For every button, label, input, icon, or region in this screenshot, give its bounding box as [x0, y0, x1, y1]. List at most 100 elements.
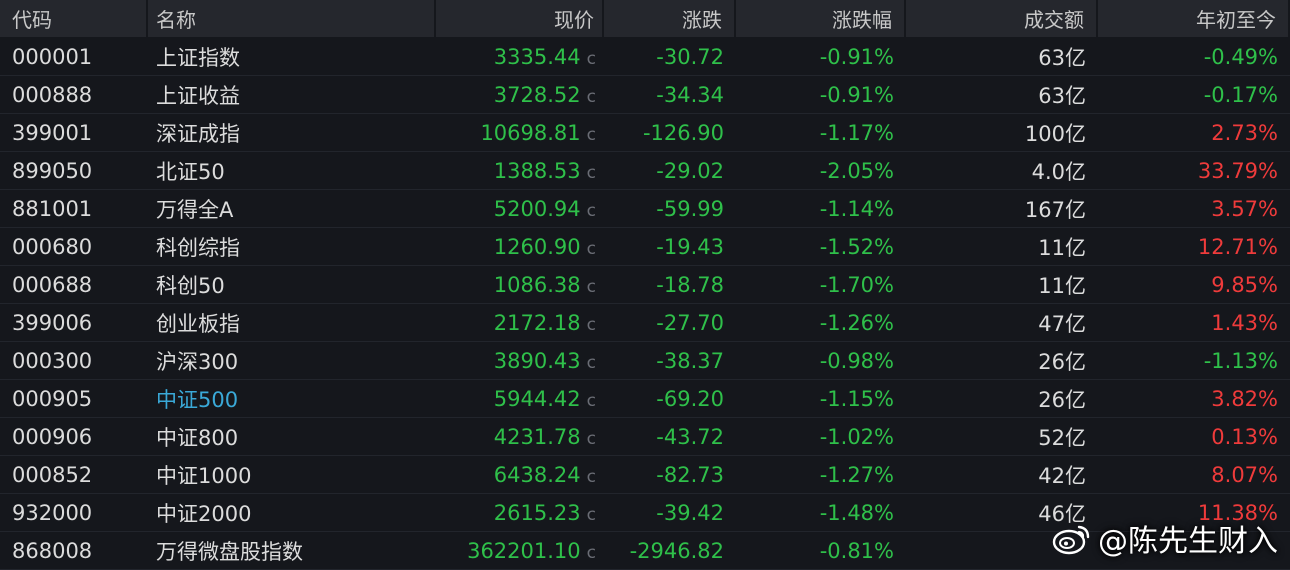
cell-change: -18.78: [656, 272, 724, 297]
price-mark: c: [586, 86, 596, 107]
cell-ytd: -1.13%: [1203, 348, 1278, 373]
table-row[interactable]: 000001 上证指数 3335.44 c -30.72 -0.91% 63亿 -0.49%: [0, 38, 1290, 76]
cell-change: -59.99: [656, 196, 724, 221]
price-mark: c: [586, 162, 596, 183]
cell-change: -2946.82: [629, 538, 724, 563]
price-mark: c: [586, 466, 596, 487]
cell-change-pct: -0.98%: [819, 348, 894, 373]
cell-ytd: 0.13%: [1211, 424, 1278, 449]
cell-change-pct: -0.81%: [819, 538, 894, 563]
cell-ytd: -0.17%: [1203, 82, 1278, 107]
cell-volume: 4.0亿: [1031, 159, 1086, 184]
cell-change-pct: -1.17%: [819, 120, 894, 145]
price-value: 5944.42: [493, 386, 581, 411]
price-mark: c: [586, 200, 596, 221]
price-mark: c: [586, 390, 596, 411]
column-header-price[interactable]: 现价: [436, 0, 604, 37]
column-header-ytd[interactable]: 年初至今: [1098, 0, 1290, 37]
cell-code: 899050: [12, 158, 93, 183]
cell-change: -69.20: [656, 386, 724, 411]
cell-change: -27.70: [656, 310, 724, 335]
table-row[interactable]: 000300 沪深300 3890.43 c -38.37 -0.98% 26亿 -1.13%: [0, 342, 1290, 380]
cell-volume: 26亿: [1038, 387, 1086, 412]
table-row[interactable]: 881001 万得全A 5200.94 c -59.99 -1.14% 167亿 3.57%: [0, 190, 1290, 228]
cell-code: 000852: [12, 462, 93, 487]
cell-code: 881001: [12, 196, 93, 221]
cell-name: 沪深300: [156, 349, 239, 374]
table-row[interactable]: 000888 上证收益 3728.52 c -34.34 -0.91% 63亿 -0.17%: [0, 76, 1290, 114]
cell-code: 399006: [12, 310, 93, 335]
cell-change-pct: -1.02%: [819, 424, 894, 449]
table-row[interactable]: 399001 深证成指 10698.81 c -126.90 -1.17% 100亿 2.73…: [0, 114, 1290, 152]
column-header-volume[interactable]: 成交额: [906, 0, 1098, 37]
price-value: 3335.44: [493, 44, 581, 69]
cell-change: -34.34: [656, 82, 724, 107]
cell-code: 399001: [12, 120, 93, 145]
column-header-code[interactable]: 代码: [0, 0, 148, 37]
cell-price: 2615.23 c: [436, 501, 604, 525]
cell-volume: 47亿: [1038, 311, 1086, 336]
cell-volume: 11亿: [1038, 235, 1086, 260]
table-row[interactable]: 000852 中证1000 6438.24 c -82.73 -1.27% 42亿 8.07%: [0, 456, 1290, 494]
cell-volume: 52亿: [1038, 425, 1086, 450]
table-row[interactable]: 000688 科创50 1086.38 c -18.78 -1.70% 11亿 9.85%: [0, 266, 1290, 304]
cell-ytd: 8.07%: [1211, 462, 1278, 487]
table-row[interactable]: 899050 北证50 1388.53 c -29.02 -2.05% 4.0亿 33.79%: [0, 152, 1290, 190]
cell-name: 创业板指: [156, 311, 240, 336]
table-row[interactable]: 399006 创业板指 2172.18 c -27.70 -1.26% 47亿 1.43%: [0, 304, 1290, 342]
table-header: 代码 名称 现价 涨跌 涨跌幅 成交额 年初至今: [0, 0, 1290, 38]
price-mark: c: [586, 124, 596, 145]
table-row[interactable]: 000906 中证800 4231.78 c -43.72 -1.02% 52亿 0.13%: [0, 418, 1290, 456]
cell-change: -29.02: [656, 158, 724, 183]
cell-ytd: -0.49%: [1203, 44, 1278, 69]
cell-name: 深证成指: [156, 121, 240, 146]
cell-change-pct: -1.70%: [819, 272, 894, 297]
price-mark: c: [586, 314, 596, 335]
price-mark: c: [586, 276, 596, 297]
cell-ytd: 2.73%: [1211, 120, 1278, 145]
column-header-change[interactable]: 涨跌: [604, 0, 736, 37]
cell-change-pct: -1.48%: [819, 500, 894, 525]
cell-ytd: 1.43%: [1211, 310, 1278, 335]
cell-volume: 26亿: [1038, 349, 1086, 374]
table-row[interactable]: 000680 科创综指 1260.90 c -19.43 -1.52% 11亿 12.71%: [0, 228, 1290, 266]
cell-price: 3335.44 c: [436, 45, 604, 69]
cell-change-pct: -1.14%: [819, 196, 894, 221]
cell-change-pct: -2.05%: [819, 158, 894, 183]
column-header-change-pct[interactable]: 涨跌幅: [736, 0, 906, 37]
price-value: 5200.94: [493, 196, 581, 221]
cell-name: 中证800: [156, 425, 239, 450]
cell-ytd: 12.71%: [1197, 234, 1278, 259]
cell-price: 2172.18 c: [436, 311, 604, 335]
weibo-icon: [1052, 521, 1092, 555]
price-value: 1086.38: [493, 272, 581, 297]
cell-name: 科创50: [156, 273, 225, 298]
cell-change: -38.37: [656, 348, 724, 373]
watermark-text: @陈先生财入: [1098, 524, 1278, 559]
column-header-name[interactable]: 名称: [148, 0, 436, 37]
cell-name[interactable]: 中证500: [148, 384, 436, 414]
cell-change: -30.72: [656, 44, 724, 69]
cell-code: 000688: [12, 272, 93, 297]
cell-price: 10698.81 c: [436, 121, 604, 145]
cell-change: -39.42: [656, 500, 724, 525]
table-body: 000001 上证指数 3335.44 c -30.72 -0.91% 63亿 -0.49% 0…: [0, 38, 1290, 570]
price-value: 2172.18: [493, 310, 581, 335]
cell-change-pct: -1.15%: [819, 386, 894, 411]
cell-price: 4231.78 c: [436, 425, 604, 449]
cell-name: 万得微盘股指数: [156, 539, 303, 564]
cell-price: 1086.38 c: [436, 273, 604, 297]
cell-ytd: 9.85%: [1211, 272, 1278, 297]
cell-name: 北证50: [156, 159, 225, 184]
cell-volume: 63亿: [1038, 83, 1086, 108]
price-mark: c: [586, 238, 596, 259]
cell-price: 5200.94 c: [436, 197, 604, 221]
table-row[interactable]: 000905 中证500 5944.42 c -69.20 -1.15% 26亿 3.82%: [0, 380, 1290, 418]
cell-name: 中证2000: [156, 501, 252, 526]
cell-name: 科创综指: [156, 235, 240, 260]
index-quote-table: 代码 名称 现价 涨跌 涨跌幅 成交额 年初至今 000001 上证指数 3335.…: [0, 0, 1290, 570]
cell-price: 3890.43 c: [436, 349, 604, 373]
cell-volume: 11亿: [1038, 273, 1086, 298]
cell-change-pct: -1.27%: [819, 462, 894, 487]
cell-ytd: 3.82%: [1211, 386, 1278, 411]
